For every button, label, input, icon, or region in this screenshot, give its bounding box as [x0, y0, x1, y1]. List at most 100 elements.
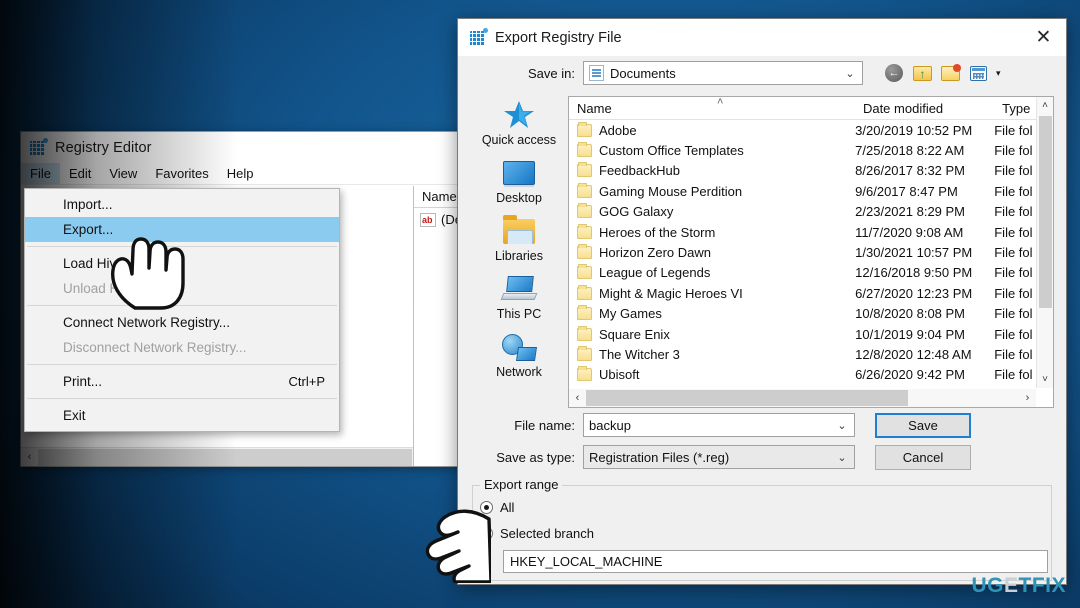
folder-icon — [577, 121, 592, 137]
radio-selected-branch-label: Selected branch — [500, 526, 594, 541]
menu-separator-3 — [27, 364, 337, 365]
place-network[interactable]: Network — [473, 330, 565, 379]
file-name-row: File name: backup ⌄ Save — [470, 410, 1054, 440]
folder-icon — [577, 244, 592, 260]
watermark-part-1: UG — [971, 574, 1004, 597]
cancel-button[interactable]: Cancel — [875, 444, 971, 470]
place-network-label: Network — [496, 365, 542, 379]
tree-horizontal-scrollbar[interactable]: ‹ — [21, 447, 413, 466]
place-quick-access[interactable]: Quick access — [473, 98, 565, 147]
up-one-level-button[interactable]: ↑ — [911, 62, 933, 84]
scroll-down-arrow-icon[interactable]: ˅ — [1037, 371, 1053, 388]
menu-help[interactable]: Help — [218, 163, 263, 184]
file-date: 10/8/2020 8:08 PM — [855, 306, 966, 322]
views-button[interactable] — [967, 62, 989, 84]
file-list-row[interactable]: Adobe 3/20/2019 10:52 PM File fol — [569, 120, 1053, 140]
save-in-label: Save in: — [528, 65, 575, 81]
column-header-name[interactable]: Name — [569, 101, 855, 116]
file-list-row[interactable]: Heroes of the Storm 11/7/2020 9:08 AM Fi… — [569, 222, 1053, 242]
selected-branch-input[interactable]: HKEY_LOCAL_MACHINE — [503, 550, 1048, 573]
close-icon[interactable]: ✕ — [1021, 19, 1066, 56]
file-date: 12/8/2020 12:48 AM — [855, 346, 972, 362]
menu-view[interactable]: View — [100, 163, 146, 184]
create-new-folder-button[interactable] — [939, 62, 961, 84]
file-list-row[interactable]: Might & Magic Heroes VI 6/27/2020 12:23 … — [569, 283, 1053, 303]
file-list-row[interactable]: GOG Galaxy 2/23/2021 8:29 PM File fol — [569, 202, 1053, 222]
folder-icon — [577, 162, 592, 178]
scroll-left-arrow-icon[interactable]: ‹ — [569, 392, 586, 404]
back-button[interactable]: ← — [883, 62, 905, 84]
file-list-row[interactable]: League of Legends 12/16/2018 9:50 PM Fil… — [569, 263, 1053, 283]
chevron-down-icon[interactable]: ⌄ — [830, 451, 854, 464]
watermark-part-2: E — [1003, 574, 1019, 597]
file-date: 6/26/2020 9:42 PM — [855, 367, 966, 383]
dialog-title: Export Registry File — [495, 29, 622, 46]
file-list-row[interactable]: The Witcher 3 12/8/2020 12:48 AM File fo… — [569, 344, 1053, 364]
place-libraries[interactable]: Libraries — [473, 214, 565, 263]
radio-all[interactable]: All — [480, 500, 1051, 515]
file-date: 2/23/2021 8:29 PM — [855, 204, 966, 220]
file-date: 9/6/2017 8:47 PM — [855, 183, 958, 199]
file-list-row[interactable]: Custom Office Templates 7/25/2018 8:22 A… — [569, 140, 1053, 160]
registry-editor-titlebar: Registry Editor — [21, 132, 471, 163]
save-as-type-dropdown[interactable]: Registration Files (*.reg) ⌄ — [583, 445, 855, 469]
watermark: UGETFIX — [971, 574, 1066, 598]
menu-item-print[interactable]: Print... Ctrl+P — [25, 369, 339, 394]
file-list-horizontal-scrollbar[interactable]: ‹ › — [569, 389, 1036, 407]
file-list-row[interactable]: Square Enix 10/1/2019 9:04 PM File fol — [569, 324, 1053, 344]
scroll-up-arrow-icon[interactable]: ˄ — [1037, 97, 1053, 114]
menu-item-exit[interactable]: Exit — [25, 403, 339, 428]
file-name-input[interactable]: backup ⌄ — [583, 413, 855, 437]
column-header-date-modified[interactable]: Date modified — [855, 101, 994, 116]
dialog-content: Save in: Documents ⌄ ← ↑ ▾ Quick access … — [458, 56, 1066, 581]
file-list-row[interactable]: Horizon Zero Dawn 1/30/2021 10:57 PM Fil… — [569, 242, 1053, 262]
dialog-titlebar: Export Registry File ✕ — [458, 19, 1066, 56]
chevron-down-icon[interactable]: ⌄ — [838, 67, 862, 80]
radio-all-label: All — [500, 500, 515, 515]
scroll-right-arrow-icon[interactable]: › — [1019, 392, 1036, 404]
file-list-row[interactable]: My Games 10/8/2020 8:08 PM File fol — [569, 304, 1053, 324]
radio-selected-branch[interactable]: Selected branch — [480, 526, 1051, 541]
menu-item-disconnect-network-registry-label: Disconnect Network Registry... — [63, 340, 247, 355]
vertical-scrollbar-thumb[interactable] — [1039, 116, 1052, 308]
file-name: Adobe — [599, 122, 637, 138]
desktop-screen: Registry Editor File Edit View Favorites… — [0, 0, 1080, 608]
menu-item-disconnect-network-registry: Disconnect Network Registry... — [25, 335, 339, 360]
folder-icon — [577, 264, 592, 280]
file-list-vertical-scrollbar[interactable]: ˄ ˅ — [1036, 97, 1053, 388]
views-dropdown-caret[interactable]: ▾ — [996, 68, 1001, 79]
file-list-row[interactable]: Gaming Mouse Perdition 9/6/2017 8:47 PM … — [569, 181, 1053, 201]
menu-file[interactable]: File — [21, 163, 60, 184]
save-in-row: Save in: Documents ⌄ ← ↑ ▾ — [470, 56, 1054, 90]
menu-item-print-accelerator: Ctrl+P — [288, 374, 325, 389]
menu-item-connect-network-registry-label: Connect Network Registry... — [63, 315, 231, 330]
string-value-icon: ab — [420, 212, 436, 227]
place-desktop[interactable]: Desktop — [473, 156, 565, 205]
pointing-hand-cursor-export — [105, 228, 197, 310]
file-name: GOG Galaxy — [599, 204, 674, 220]
chevron-down-icon[interactable]: ⌄ — [830, 419, 854, 432]
horizontal-scrollbar-thumb[interactable] — [586, 390, 908, 406]
selected-branch-value: HKEY_LOCAL_MACHINE — [510, 554, 663, 569]
file-list-row[interactable]: Ubisoft 6/26/2020 9:42 PM File fol — [569, 365, 1053, 385]
tree-scrollbar-thumb[interactable] — [38, 448, 412, 466]
file-list: Adobe 3/20/2019 10:52 PM File fol Custom… — [569, 120, 1053, 385]
file-name: Ubisoft — [599, 367, 640, 383]
dialog-middle-row: Quick access Desktop Libraries This PC N… — [470, 90, 1054, 408]
menu-favorites[interactable]: Favorites — [146, 163, 217, 184]
menu-item-connect-network-registry[interactable]: Connect Network Registry... — [25, 310, 339, 335]
menu-edit[interactable]: Edit — [60, 163, 100, 184]
file-list-row[interactable]: FeedbackHub 8/26/2017 8:32 PM File fol — [569, 161, 1053, 181]
file-name: Might & Magic Heroes VI — [599, 285, 743, 301]
file-list-panel[interactable]: ˄ Name Date modified Type Adobe 3/20/201… — [568, 96, 1054, 408]
save-in-dropdown[interactable]: Documents ⌄ — [583, 61, 863, 85]
menu-item-import[interactable]: Import... — [25, 192, 339, 217]
menu-separator-4 — [27, 398, 337, 399]
save-button[interactable]: Save — [875, 412, 971, 438]
file-name: Custom Office Templates — [599, 143, 744, 159]
tree-scroll-left-arrow[interactable]: ‹ — [21, 451, 38, 463]
pointing-hand-cursor-export-range — [403, 505, 491, 583]
file-name: Horizon Zero Dawn — [599, 245, 711, 261]
registry-icon — [470, 28, 488, 46]
place-this-pc[interactable]: This PC — [473, 272, 565, 321]
